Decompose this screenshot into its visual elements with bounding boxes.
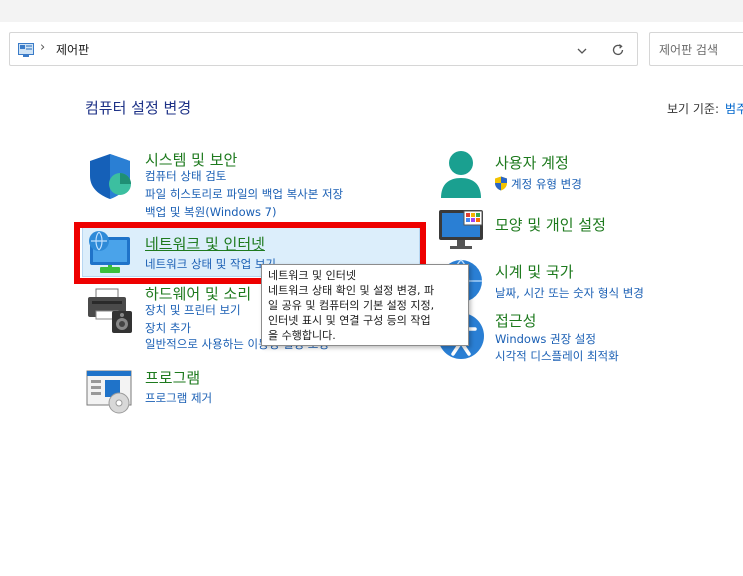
shield-icon[interactable] [86, 152, 134, 204]
tooltip-line: 을 수행합니다. [268, 329, 336, 342]
category-clock-region[interactable]: 시계 및 국가 [495, 261, 574, 282]
tooltip-line: 일 공유 및 컴퓨터의 기본 설정 지정, [268, 299, 435, 312]
address-bar[interactable]: › 제어판 [9, 32, 638, 66]
category-ease-of-access[interactable]: 접근성 [495, 310, 536, 331]
tooltip-line: 네트워크 상태 확인 및 설정 변경, 파 [268, 284, 435, 297]
link-file-history-backup[interactable]: 파일 히스토리로 파일의 백업 복사본 저장 [145, 186, 343, 202]
breadcrumb-separator-icon: › [40, 40, 46, 55]
search-input[interactable]: 제어판 검색 [649, 32, 743, 66]
category-hardware-sound[interactable]: 하드웨어 및 소리 [145, 283, 251, 304]
network-tooltip: 네트워크 및 인터넷 네트워크 상태 확인 및 설정 변경, 파 일 공유 및 … [261, 264, 469, 346]
link-optimize-display[interactable]: 시각적 디스플레이 최적화 [495, 348, 619, 364]
view-by-dropdown[interactable]: 범주 [725, 102, 743, 116]
tooltip-line: 네트워크 및 인터넷 [268, 269, 356, 282]
tooltip-line: 인터넷 표시 및 연결 구성 등의 작업 [268, 314, 431, 327]
link-add-device[interactable]: 장치 추가 [145, 320, 191, 336]
link-review-computer-status[interactable]: 컴퓨터 상태 검토 [145, 168, 226, 184]
appearance-monitor-icon[interactable] [437, 208, 485, 254]
link-uninstall-program[interactable]: 프로그램 제거 [145, 390, 212, 406]
category-appearance[interactable]: 모양 및 개인 설정 [495, 214, 606, 235]
category-system-security[interactable]: 시스템 및 보안 [145, 149, 237, 170]
refresh-icon[interactable] [610, 42, 626, 58]
printer-speaker-icon[interactable] [86, 287, 134, 339]
search-placeholder: 제어판 검색 [659, 43, 719, 57]
breadcrumb-control-panel[interactable]: 제어판 [56, 41, 89, 58]
page-title: 컴퓨터 설정 변경 [85, 99, 192, 117]
title-bar-strip [0, 0, 743, 22]
control-panel-icon [18, 42, 34, 57]
link-devices-printers[interactable]: 장치 및 프린터 보기 [145, 302, 241, 318]
chevron-down-icon[interactable] [575, 43, 589, 57]
category-programs[interactable]: 프로그램 [145, 367, 200, 388]
link-windows-recommended-settings[interactable]: Windows 권장 설정 [495, 331, 596, 347]
uac-shield-icon [494, 176, 508, 195]
view-by-label: 보기 기준: [667, 102, 720, 116]
link-date-time-format[interactable]: 날짜, 시간 또는 숫자 형식 변경 [495, 285, 644, 301]
programs-icon[interactable] [86, 370, 134, 418]
user-accounts-icon[interactable] [437, 150, 485, 204]
link-change-account-type[interactable]: 계정 유형 변경 [511, 176, 582, 192]
view-by: 보기 기준: 범주 [667, 100, 743, 117]
category-user-accounts[interactable]: 사용자 계정 [495, 152, 569, 173]
link-backup-restore[interactable]: 백업 및 복원(Windows 7) [145, 204, 277, 220]
